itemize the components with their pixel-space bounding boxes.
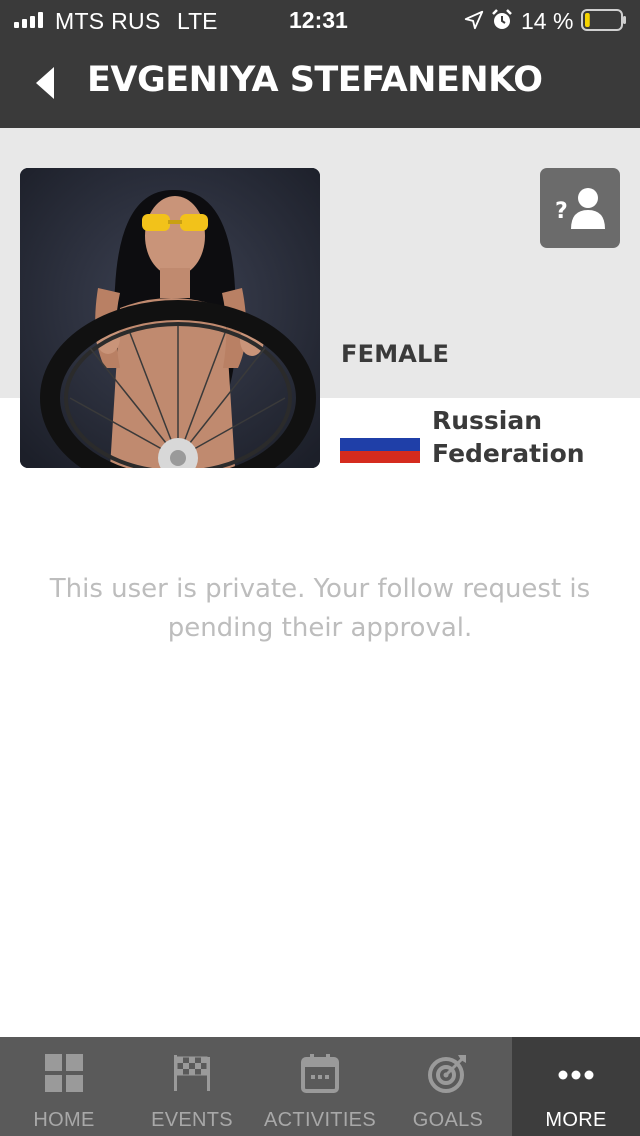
tab-goals[interactable]: GOALS bbox=[384, 1037, 512, 1136]
calendar-icon bbox=[301, 1054, 339, 1093]
battery-percent: 14 % bbox=[521, 8, 574, 34]
status-time: 12:31 bbox=[289, 7, 348, 33]
flag-stripe-blue bbox=[340, 438, 420, 451]
page-title: EVGENIYA STEFANENKO bbox=[87, 60, 543, 100]
tab-label-activities: ACTIVITIES bbox=[264, 1109, 376, 1131]
tab-events[interactable]: EVENTS bbox=[128, 1037, 256, 1136]
tab-label-events: EVENTS bbox=[151, 1109, 233, 1131]
more-dots-icon bbox=[558, 1070, 594, 1080]
flag-stripe-white bbox=[340, 426, 420, 439]
tab-home[interactable]: HOME bbox=[0, 1037, 128, 1136]
checkered-flag-icon bbox=[174, 1055, 210, 1091]
country-flag bbox=[340, 426, 420, 463]
gender-label: FEMALE bbox=[341, 340, 450, 368]
app-header: EVGENIYA STEFANENKO bbox=[0, 40, 640, 128]
back-button[interactable] bbox=[20, 58, 70, 108]
target-icon bbox=[428, 1055, 466, 1093]
tab-label-home: HOME bbox=[33, 1109, 95, 1131]
alarm-icon bbox=[492, 9, 512, 29]
unknown-user-icon: ? bbox=[555, 188, 605, 229]
country-name: Russian Federation bbox=[432, 404, 632, 470]
battery-icon bbox=[581, 9, 626, 31]
grid-icon bbox=[45, 1054, 83, 1092]
carrier-name: MTS RUS bbox=[55, 8, 161, 34]
flag-stripe-red bbox=[340, 450, 420, 463]
tab-label-goals: GOALS bbox=[412, 1109, 484, 1131]
location-arrow-icon bbox=[464, 10, 484, 30]
tab-activities[interactable]: ACTIVITIES bbox=[256, 1037, 384, 1136]
tab-more[interactable]: MORE bbox=[512, 1037, 640, 1136]
tab-label-more: MORE bbox=[545, 1109, 607, 1131]
avatar bbox=[20, 168, 320, 468]
country-line-1: Russian bbox=[432, 406, 543, 435]
back-arrow-icon bbox=[36, 67, 54, 99]
svg-text:?: ? bbox=[555, 199, 568, 224]
status-bar: MTS RUS LTE 12:31 14 % bbox=[0, 0, 640, 40]
private-user-message: This user is private. Your follow reques… bbox=[49, 574, 591, 643]
network-type: LTE bbox=[177, 8, 218, 34]
signal-icon bbox=[14, 12, 43, 28]
country-line-2: Federation bbox=[432, 439, 585, 468]
avatar-photo bbox=[20, 168, 320, 468]
unknown-user-button[interactable]: ? bbox=[540, 168, 620, 248]
tab-bar: HOME EVENTS ACTIVITIES GOALS MORE bbox=[0, 1037, 640, 1136]
